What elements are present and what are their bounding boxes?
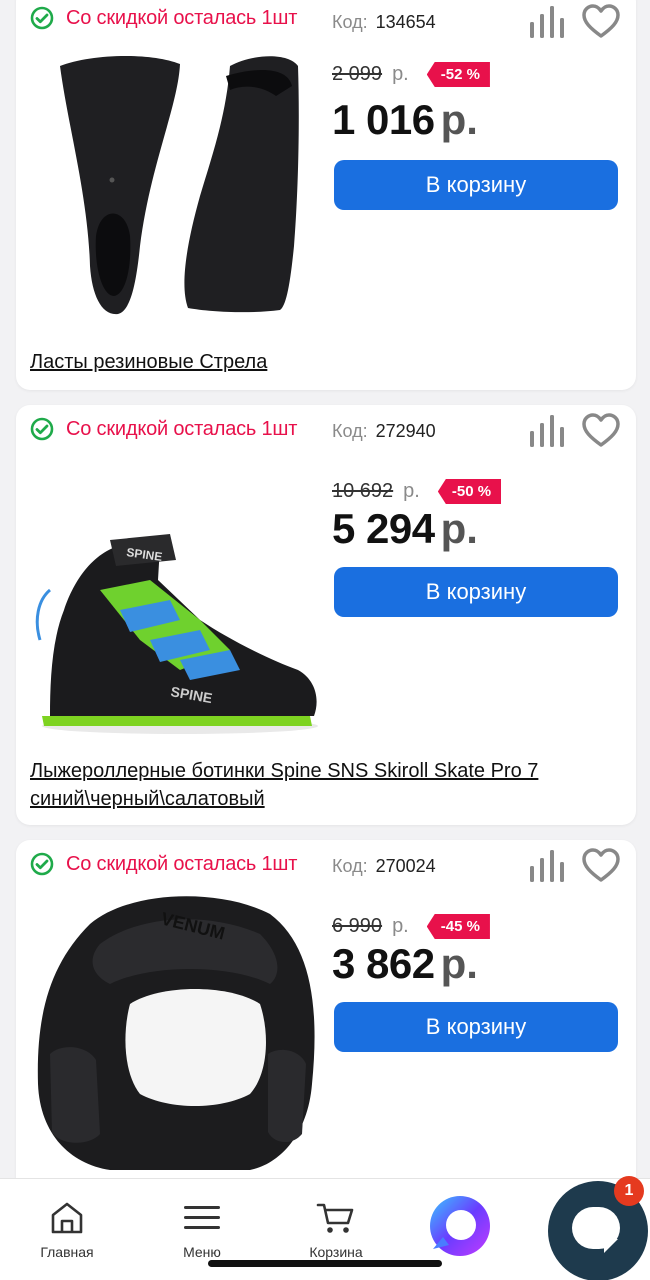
product-code: Код: 134654 bbox=[332, 12, 436, 33]
code-label: Код: bbox=[332, 421, 368, 441]
old-price-row: 10 692 р. -50 % bbox=[332, 479, 502, 504]
code-label: Код: bbox=[332, 12, 368, 32]
old-price: 10 692 bbox=[332, 480, 394, 502]
old-currency: р. bbox=[392, 63, 409, 85]
add-to-cart-button[interactable]: В корзину bbox=[334, 160, 618, 210]
currency: р. bbox=[440, 96, 478, 143]
heart-icon[interactable] bbox=[582, 4, 620, 40]
nav-home[interactable]: Главная bbox=[17, 1201, 117, 1260]
stock-label: Со скидкой осталась 1шт bbox=[66, 6, 298, 29]
product-title[interactable]: Ласты резиновые Стрела bbox=[30, 348, 620, 376]
nav-menu-label: Меню bbox=[183, 1244, 221, 1260]
card-actions bbox=[528, 4, 620, 40]
price: 3 862 bbox=[332, 940, 435, 987]
old-price-row: 2 099 р. -52 % bbox=[332, 62, 490, 87]
cart-icon bbox=[316, 1203, 354, 1233]
stock-label: Со скидкой осталась 1шт bbox=[66, 852, 298, 875]
price: 5 294 bbox=[332, 505, 435, 552]
stock-indicator: Со скидкой осталась 1шт bbox=[30, 417, 297, 441]
add-to-cart-button[interactable]: В корзину bbox=[334, 567, 618, 617]
code-value: 270024 bbox=[375, 856, 436, 876]
old-currency: р. bbox=[403, 480, 420, 502]
heart-icon[interactable] bbox=[582, 848, 620, 884]
home-indicator bbox=[208, 1260, 442, 1267]
product-card: Со скидкой осталась 1шт Код: 134654 2 099 bbox=[16, 0, 636, 390]
chat-logo-icon[interactable] bbox=[427, 1193, 493, 1259]
stock-indicator: Со скидкой осталась 1шт bbox=[30, 852, 297, 876]
old-price-row: 6 990 р. -45 % bbox=[332, 914, 490, 939]
nav-menu[interactable]: Меню bbox=[152, 1201, 252, 1260]
product-image-ski-boots: SPINE SPINE bbox=[35, 534, 318, 734]
old-price: 2 099 bbox=[332, 63, 383, 85]
check-circle-icon bbox=[30, 417, 54, 441]
nav-cart[interactable]: Корзина bbox=[286, 1201, 386, 1260]
product-code: Код: 272940 bbox=[332, 421, 436, 442]
nav-home-label: Главная bbox=[40, 1244, 94, 1260]
product-title[interactable]: Лыжероллерные ботинки Spine SNS Skiroll … bbox=[30, 757, 620, 813]
check-circle-icon bbox=[30, 6, 54, 30]
home-icon bbox=[51, 1202, 83, 1234]
compare-icon[interactable] bbox=[528, 4, 568, 40]
card-actions bbox=[528, 848, 620, 884]
product-image-fins bbox=[60, 55, 299, 315]
code-value: 134654 bbox=[375, 12, 436, 32]
currency: р. bbox=[440, 940, 478, 987]
compare-icon[interactable] bbox=[528, 848, 568, 884]
discount-badge: -45 % bbox=[426, 914, 490, 939]
chat-notification-badge: 1 bbox=[614, 1176, 644, 1206]
currency: р. bbox=[440, 505, 478, 552]
stock-indicator: Со скидкой осталась 1шт bbox=[30, 6, 297, 30]
price-row: 5 294 р. bbox=[332, 505, 478, 553]
product-code: Код: 270024 bbox=[332, 856, 436, 877]
stock-label: Со скидкой осталась 1шт bbox=[66, 417, 298, 440]
price-row: 3 862 р. bbox=[332, 940, 478, 988]
old-currency: р. bbox=[392, 915, 409, 937]
check-circle-icon bbox=[30, 852, 54, 876]
code-value: 272940 bbox=[375, 421, 436, 441]
add-to-cart-button[interactable]: В корзину bbox=[334, 1002, 618, 1052]
compare-icon[interactable] bbox=[528, 413, 568, 449]
discount-badge: -50 % bbox=[437, 479, 502, 504]
price-row: 1 016 р. bbox=[332, 96, 478, 144]
product-card: Со скидкой осталась 1шт Код: 272940 SPIN… bbox=[16, 405, 636, 825]
menu-icon bbox=[184, 1206, 220, 1229]
heart-icon[interactable] bbox=[582, 413, 620, 449]
price: 1 016 bbox=[332, 96, 435, 143]
nav-cart-label: Корзина bbox=[309, 1244, 363, 1260]
card-actions bbox=[528, 413, 620, 449]
old-price: 6 990 bbox=[332, 915, 383, 937]
page: Со скидкой осталась 1шт Код: 134654 2 099 bbox=[0, 0, 650, 1280]
discount-badge: -52 % bbox=[426, 62, 490, 87]
product-image-helmet: VENUM bbox=[37, 896, 315, 1170]
code-label: Код: bbox=[332, 856, 368, 876]
